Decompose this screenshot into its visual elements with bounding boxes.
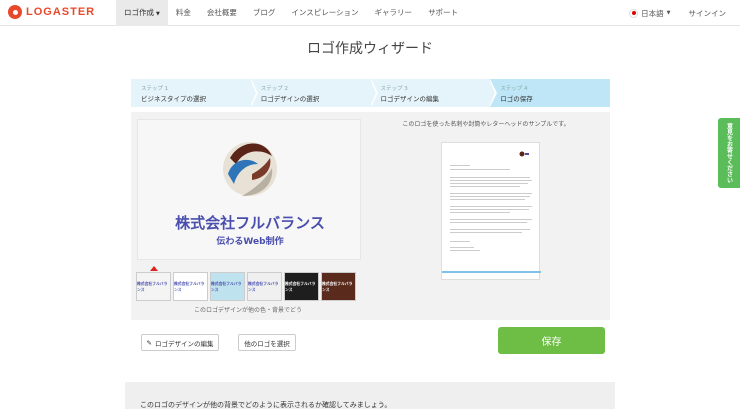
brand-logo[interactable]: LOGASTER (8, 5, 95, 19)
text-line (450, 209, 529, 210)
language-selector[interactable]: 日本語 ▼ (629, 8, 671, 19)
step-name: ロゴの保存 (500, 95, 533, 103)
logaster-icon (8, 5, 22, 19)
choose-other-logo-button[interactable]: 他のロゴを選択 (238, 334, 296, 351)
nav-item-support[interactable]: サポート (420, 0, 466, 26)
japan-flag-icon (629, 8, 639, 18)
feedback-label: 意見をお寄せください (725, 123, 733, 183)
step-3[interactable]: ステップ 3 ロゴデザインの編集 (370, 79, 498, 107)
nav-item-inspiration[interactable]: インスピレーション (283, 0, 366, 26)
chevron-down-icon: ▼ (156, 11, 160, 17)
edit-logo-button[interactable]: ✎ ロゴデザインの編集 (141, 334, 219, 351)
step-number: ステップ 2 (260, 86, 288, 92)
text-line (450, 241, 470, 242)
thumb-label: 株式会社フルバランス (174, 280, 205, 292)
letterhead-logo-icon (519, 151, 529, 157)
step-name: ロゴデザインの選択 (260, 95, 320, 103)
nav-item-gallery[interactable]: ギャラリー (367, 0, 421, 26)
logo-tagline: 伝わるWeb制作 (216, 237, 284, 247)
step-divider (489, 79, 496, 107)
text-line (450, 222, 527, 223)
feedback-tab[interactable]: 意見をお寄せください (718, 118, 740, 188)
nav-item-blog[interactable]: ブログ (245, 0, 284, 26)
sample-caption: このロゴを使った名刺や封筒やレターヘッドのサンプルです。 (402, 121, 570, 128)
text-line (450, 165, 470, 166)
text-line (450, 196, 530, 197)
signin-link[interactable]: サインイン (689, 8, 727, 19)
text-line (450, 229, 530, 230)
thumb-label: 株式会社フルバランス (248, 280, 279, 292)
step-number: ステップ 4 (500, 86, 528, 92)
logo-company-name: 株式会社フルバランス (175, 214, 325, 232)
letterhead-sample[interactable] (441, 142, 541, 280)
top-navbar: LOGASTER ロゴ作成 ▼ 料金 会社概要 ブログ インスピレーション ギャラ… (0, 0, 740, 26)
text-line (450, 232, 522, 233)
text-line (450, 199, 525, 200)
step-number: ステップ 1 (141, 86, 169, 92)
nav-item-pricing[interactable]: 料金 (168, 0, 199, 26)
thumb-label: 株式会社フルバランス (285, 280, 316, 292)
text-line (450, 183, 528, 184)
save-button[interactable]: 保存 (498, 327, 605, 354)
color-variant-thumb[interactable]: 株式会社フルバランス (321, 272, 356, 301)
thumbs-caption: このロゴデザインが他の色・背景でどう (193, 307, 302, 314)
nav-item-logo-create[interactable]: ロゴ作成 ▼ (116, 0, 168, 26)
text-line (450, 180, 532, 181)
nav-item-about[interactable]: 会社概要 (199, 0, 245, 26)
page-title: ロゴ作成ウィザード (307, 41, 433, 57)
step-name: ロゴデザインの編集 (380, 95, 440, 103)
text-line (450, 247, 474, 248)
color-variant-thumb[interactable]: 株式会社フルバランス (284, 272, 319, 301)
language-label: 日本語 (641, 8, 664, 18)
brand-name: LOGASTER (26, 6, 96, 18)
pencil-icon: ✎ (146, 338, 152, 347)
text-line (450, 206, 532, 207)
text-line (450, 177, 530, 178)
color-variant-thumb[interactable]: 株式会社フルバランス (247, 272, 282, 301)
thumb-label: 株式会社フルバランス (322, 280, 353, 292)
color-variant-thumb[interactable]: 株式会社フルバランス (210, 272, 245, 301)
step-divider (369, 79, 376, 107)
wizard-steps: ステップ 1 ビジネスタイプの選択 ステップ 2 ロゴデザインの選択 ステップ … (131, 79, 610, 107)
right-nav: 日本語 ▼ サインイン (629, 0, 726, 26)
color-variant-thumb[interactable]: 株式会社フルバランス (136, 272, 171, 301)
chevron-down-icon: ▼ (666, 10, 671, 16)
step-divider (249, 79, 256, 107)
background-preview-section: このロゴのデザインが他の背景でどのように表示されるか確認してみましょう。 (125, 382, 615, 409)
main-nav: ロゴ作成 ▼ 料金 会社概要 ブログ インスピレーション ギャラリー サポート (116, 0, 466, 26)
step-1[interactable]: ステップ 1 ビジネスタイプの選択 (131, 79, 258, 107)
thumb-label: 株式会社フルバランス (211, 280, 242, 292)
step-4: ステップ 4 ロゴの保存 (490, 79, 610, 107)
step-2[interactable]: ステップ 2 ロゴデザインの選択 (250, 79, 378, 107)
text-line (450, 212, 510, 213)
logo-panel: 株式会社フルバランス 伝わるWeb制作 株式会社フルバランス 株式会社フルバラン… (131, 112, 610, 320)
letterhead-footer (442, 271, 541, 273)
thumb-label: 株式会社フルバランス (137, 280, 168, 292)
color-variant-list: 株式会社フルバランス 株式会社フルバランス 株式会社フルバランス 株式会社フルバ… (136, 272, 356, 301)
logo-preview: 株式会社フルバランス 伝わるWeb制作 (137, 119, 361, 260)
step-name: ビジネスタイプの選択 (141, 95, 206, 103)
text-line (450, 186, 520, 187)
text-line (450, 219, 532, 220)
text-line (450, 250, 480, 251)
edit-logo-label: ロゴデザインの編集 (154, 339, 214, 348)
logo-emblem-icon (223, 142, 277, 196)
text-line (450, 169, 510, 170)
step-number: ステップ 3 (380, 86, 408, 92)
color-variant-thumb[interactable]: 株式会社フルバランス (173, 272, 208, 301)
text-line (450, 193, 532, 194)
selected-thumb-indicator (150, 266, 158, 271)
